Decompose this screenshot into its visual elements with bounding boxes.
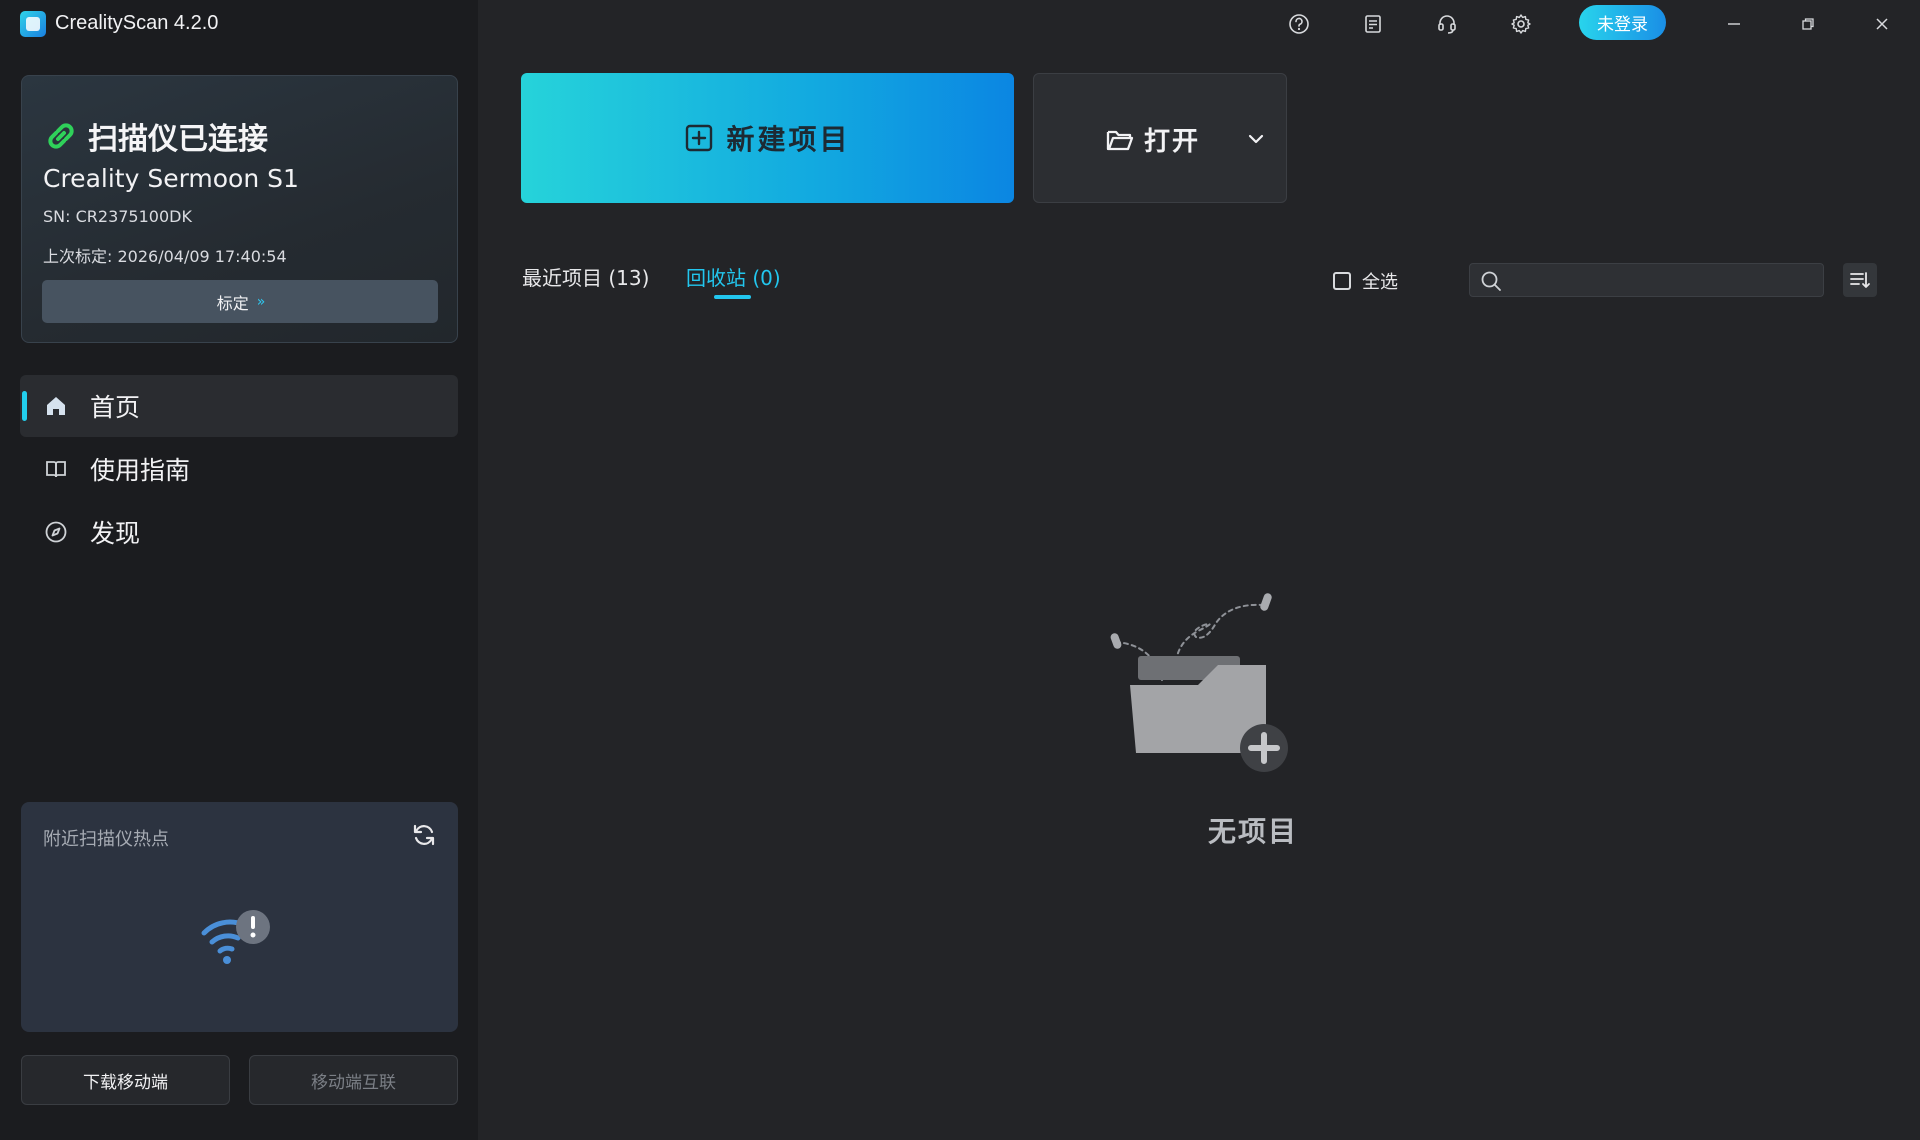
- download-mobile-button[interactable]: 下载移动端: [21, 1055, 230, 1105]
- new-project-label: 新建项目: [726, 123, 851, 156]
- scanner-model: Creality Sermoon S1: [43, 164, 299, 193]
- restore-window-icon[interactable]: [1794, 10, 1822, 38]
- search-icon: [1481, 271, 1501, 291]
- new-project-button[interactable]: 新建项目: [521, 73, 1014, 203]
- open-project-button[interactable]: 打开: [1033, 73, 1287, 203]
- settings-gear-icon[interactable]: [1507, 10, 1535, 38]
- sidebar-item-label: 发现: [90, 519, 141, 548]
- sidebar-item-label: 首页: [90, 393, 141, 422]
- active-tab-indicator: [714, 295, 751, 299]
- sidebar-item-home[interactable]: 首页: [20, 375, 458, 437]
- refresh-icon[interactable]: [411, 822, 437, 848]
- select-all-checkbox[interactable]: 全选: [1333, 268, 1398, 294]
- notes-icon[interactable]: [1359, 10, 1387, 38]
- minimize-window-icon[interactable]: [1720, 10, 1748, 38]
- folder-open-icon: [1106, 130, 1134, 150]
- link-connected-icon: [48, 123, 74, 149]
- sidebar: CrealityScan 4.2.0 扫描仪已连接 Creality Sermo…: [0, 0, 478, 1140]
- checkbox-icon: [1333, 272, 1351, 290]
- tab-recycle-bin[interactable]: 回收站 (0): [686, 262, 781, 291]
- scanner-serial-number: SN: CR2375100DK: [43, 207, 192, 226]
- close-window-icon[interactable]: [1868, 10, 1896, 38]
- support-headset-icon[interactable]: [1433, 10, 1461, 38]
- compass-icon: [45, 521, 67, 543]
- app-logo-icon: [20, 10, 46, 37]
- plus-square-icon: [686, 124, 713, 152]
- home-icon: [47, 397, 65, 415]
- help-icon[interactable]: [1285, 10, 1313, 38]
- open-label: 打开: [1144, 127, 1201, 157]
- search-box: [1469, 263, 1824, 297]
- calibrate-button-label: 标定: [216, 293, 249, 313]
- app-title: CrealityScan 4.2.0: [55, 12, 219, 34]
- chevron-down-icon[interactable]: [1247, 130, 1265, 148]
- wifi-warning-icon: [201, 910, 270, 964]
- scanner-status: 扫描仪已连接: [44, 114, 268, 158]
- app-window: CrealityScan 4.2.0 扫描仪已连接 Creality Sermo…: [0, 0, 1920, 1140]
- book-icon: [46, 461, 66, 478]
- mobile-connect-button[interactable]: 移动端互联: [249, 1055, 458, 1105]
- sidebar-item-discover[interactable]: 发现: [20, 501, 458, 563]
- double-chevron-right-icon: »: [256, 293, 265, 310]
- empty-state-text: 无项目: [1207, 815, 1298, 848]
- titlebar-left: CrealityScan 4.2.0: [20, 10, 218, 37]
- login-button[interactable]: 未登录: [1579, 5, 1666, 40]
- scanner-card: 扫描仪已连接 Creality Sermoon S1 SN: CR2375100…: [21, 75, 458, 343]
- open-button-content: 打开: [1106, 121, 1200, 158]
- sort-button[interactable]: [1843, 263, 1877, 297]
- select-all-label: 全选: [1362, 272, 1398, 293]
- hotspot-title: 附近扫描仪热点: [43, 829, 169, 850]
- calibrate-button[interactable]: 标定 »: [42, 280, 438, 323]
- tab-recent-projects[interactable]: 最近项目 (13): [522, 262, 649, 291]
- sort-list-icon: [1850, 272, 1870, 288]
- empty-folder-illustration: [1110, 593, 1288, 772]
- main-area: 未登录 新建项目 打开 最近项目 (13) 回收站 (0) 全选 无项目: [478, 0, 1920, 1140]
- sidebar-nav: 首页 使用指南 发现: [20, 375, 458, 564]
- sidebar-item-label: 使用指南: [90, 456, 191, 485]
- scanner-last-calibration: 上次标定: 2026/04/09 17:40:54: [43, 247, 287, 266]
- nearby-hotspot-card: 附近扫描仪热点: [21, 802, 458, 1032]
- sidebar-item-guide[interactable]: 使用指南: [20, 438, 458, 500]
- search-input[interactable]: [1508, 264, 1818, 296]
- scanner-status-text: 扫描仪已连接: [88, 122, 268, 157]
